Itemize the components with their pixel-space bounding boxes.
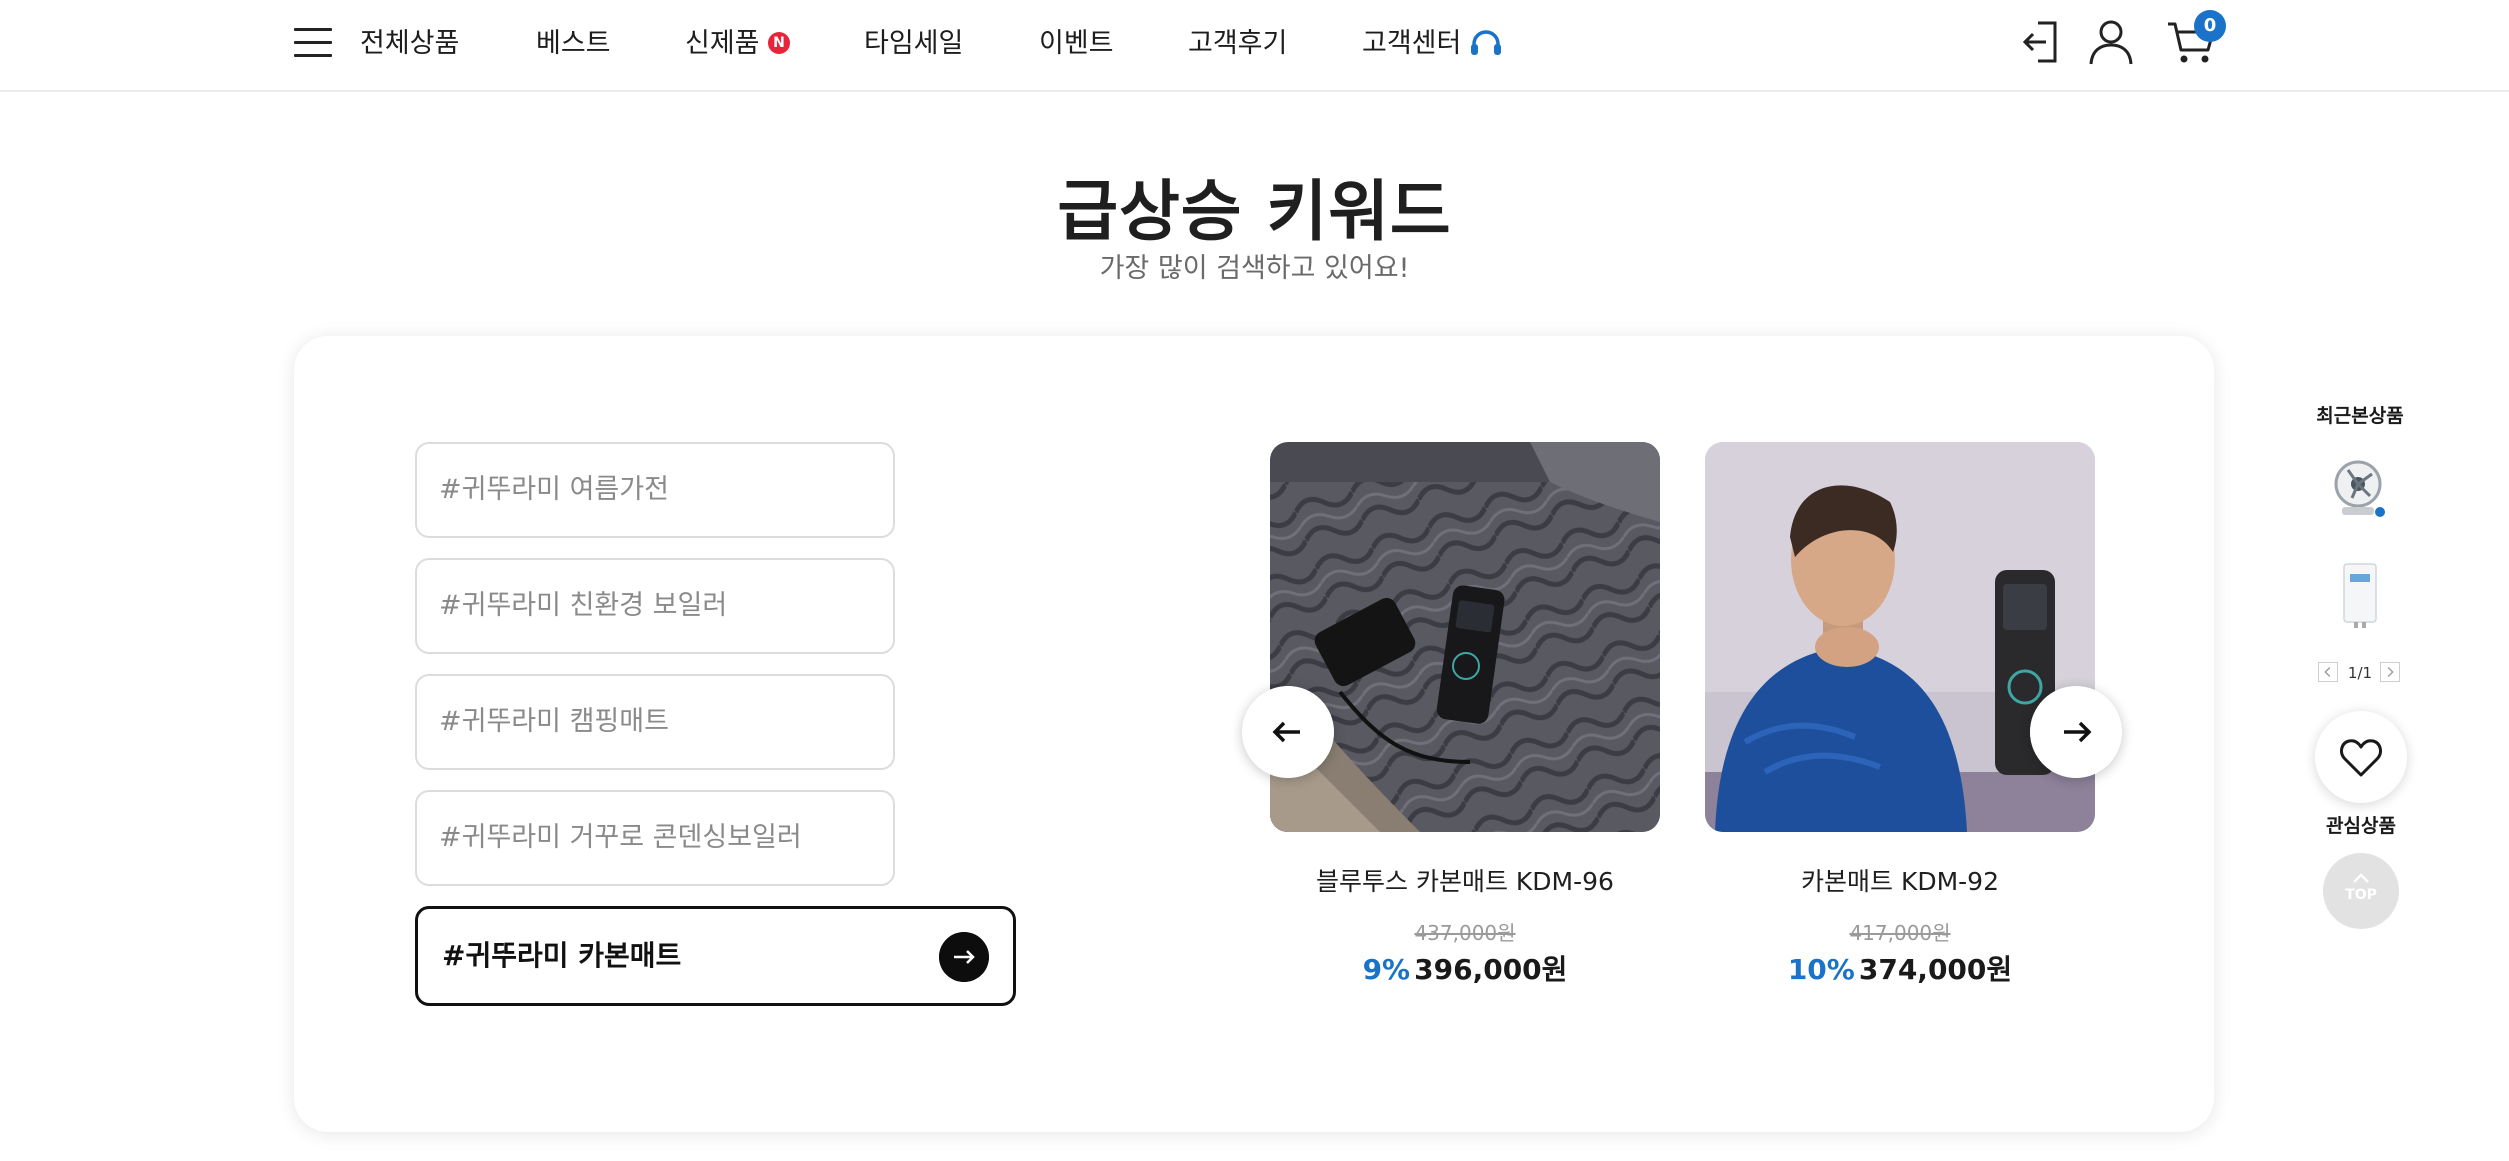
product-original-price: 437,000원 bbox=[1414, 921, 1516, 945]
keyword-item[interactable]: #귀뚜라미 친환경 보일러 bbox=[415, 558, 895, 654]
login-icon[interactable] bbox=[2022, 20, 2062, 64]
section-subtitle: 가장 많이 검색하고 있어요! bbox=[1099, 253, 1410, 284]
keyword-item[interactable]: #귀뚜라미 거꾸로 콘덴싱보일러 bbox=[415, 790, 895, 886]
keyword-item-active[interactable]: #귀뚜라미 카본매트 bbox=[415, 906, 1016, 1006]
section-title: 급상승 키워드 bbox=[1057, 173, 1452, 250]
product-image-kdm96[interactable] bbox=[1270, 442, 1660, 832]
recent-products-title: 최근본상품 bbox=[2316, 405, 2404, 427]
pager-number: 1/1 bbox=[2347, 664, 2373, 682]
keyword-item[interactable]: #귀뚜라미 캠핑매트 bbox=[415, 674, 895, 770]
product-name[interactable]: 블루투스 카본매트 KDM-96 bbox=[1270, 862, 1660, 898]
cart-count-badge: 0 bbox=[2194, 10, 2226, 42]
headset-icon bbox=[1471, 30, 1501, 55]
keyword-item[interactable]: #귀뚜라미 여름가전 bbox=[415, 442, 895, 538]
product-price: 10% 374,000원 bbox=[1705, 948, 2095, 988]
recent-product-thumb[interactable] bbox=[2330, 452, 2390, 522]
nav-reviews[interactable]: 고객후기 bbox=[1188, 24, 1287, 64]
product-discount: 9% bbox=[1362, 953, 1411, 986]
nav-time-sale[interactable]: 타임세일 bbox=[864, 24, 963, 64]
nav-customer-center[interactable]: 고객센터 bbox=[1362, 24, 1461, 64]
slider-next-button[interactable] bbox=[2030, 686, 2122, 778]
slider-prev-button[interactable] bbox=[1242, 686, 1334, 778]
nav-new-products[interactable]: 신제품 bbox=[685, 24, 760, 64]
user-icon[interactable] bbox=[2088, 18, 2134, 66]
site-header: 전체상품 베스트 신제품 N 타임세일 이벤트 고객후기 고객센터 0 bbox=[0, 0, 2509, 92]
product-price: 9% 396,000원 bbox=[1270, 948, 1660, 988]
menu-icon[interactable] bbox=[294, 27, 332, 59]
product-sale-price: 374,000원 bbox=[1858, 953, 2013, 986]
wishlist-label: 관심상품 bbox=[2326, 815, 2396, 837]
recent-pager: 1/1 bbox=[2318, 660, 2402, 686]
pager-next-icon[interactable] bbox=[2380, 662, 2400, 682]
product-discount: 10% bbox=[1787, 953, 1855, 986]
scroll-top-label: TOP bbox=[2345, 887, 2377, 903]
product-image-kdm92[interactable] bbox=[1705, 442, 2095, 832]
recent-product-thumb[interactable] bbox=[2330, 560, 2390, 630]
arrow-right-icon[interactable] bbox=[939, 932, 989, 982]
product-sale-price: 396,000원 bbox=[1414, 953, 1568, 986]
scroll-top-button[interactable]: TOP bbox=[2323, 853, 2399, 929]
heart-icon[interactable] bbox=[2315, 711, 2407, 803]
nav-best[interactable]: 베스트 bbox=[536, 24, 611, 64]
keyword-active-label: #귀뚜라미 카본매트 bbox=[442, 939, 682, 972]
nav-event[interactable]: 이벤트 bbox=[1039, 24, 1114, 64]
product-name[interactable]: 카본매트 KDM-92 bbox=[1705, 862, 2095, 898]
new-badge: N bbox=[768, 32, 790, 54]
nav-all-products[interactable]: 전체상품 bbox=[360, 24, 459, 64]
pager-prev-icon[interactable] bbox=[2318, 662, 2338, 682]
product-original-price: 417,000원 bbox=[1849, 921, 1951, 945]
